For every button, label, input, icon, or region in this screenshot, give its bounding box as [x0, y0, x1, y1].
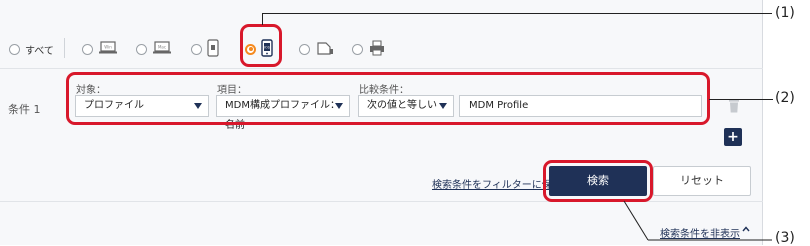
callout-label-1: (1)	[775, 5, 795, 21]
callout-line-3	[623, 200, 772, 241]
callout-label-3: (3)	[775, 230, 795, 246]
callout-label-2: (2)	[775, 90, 795, 106]
